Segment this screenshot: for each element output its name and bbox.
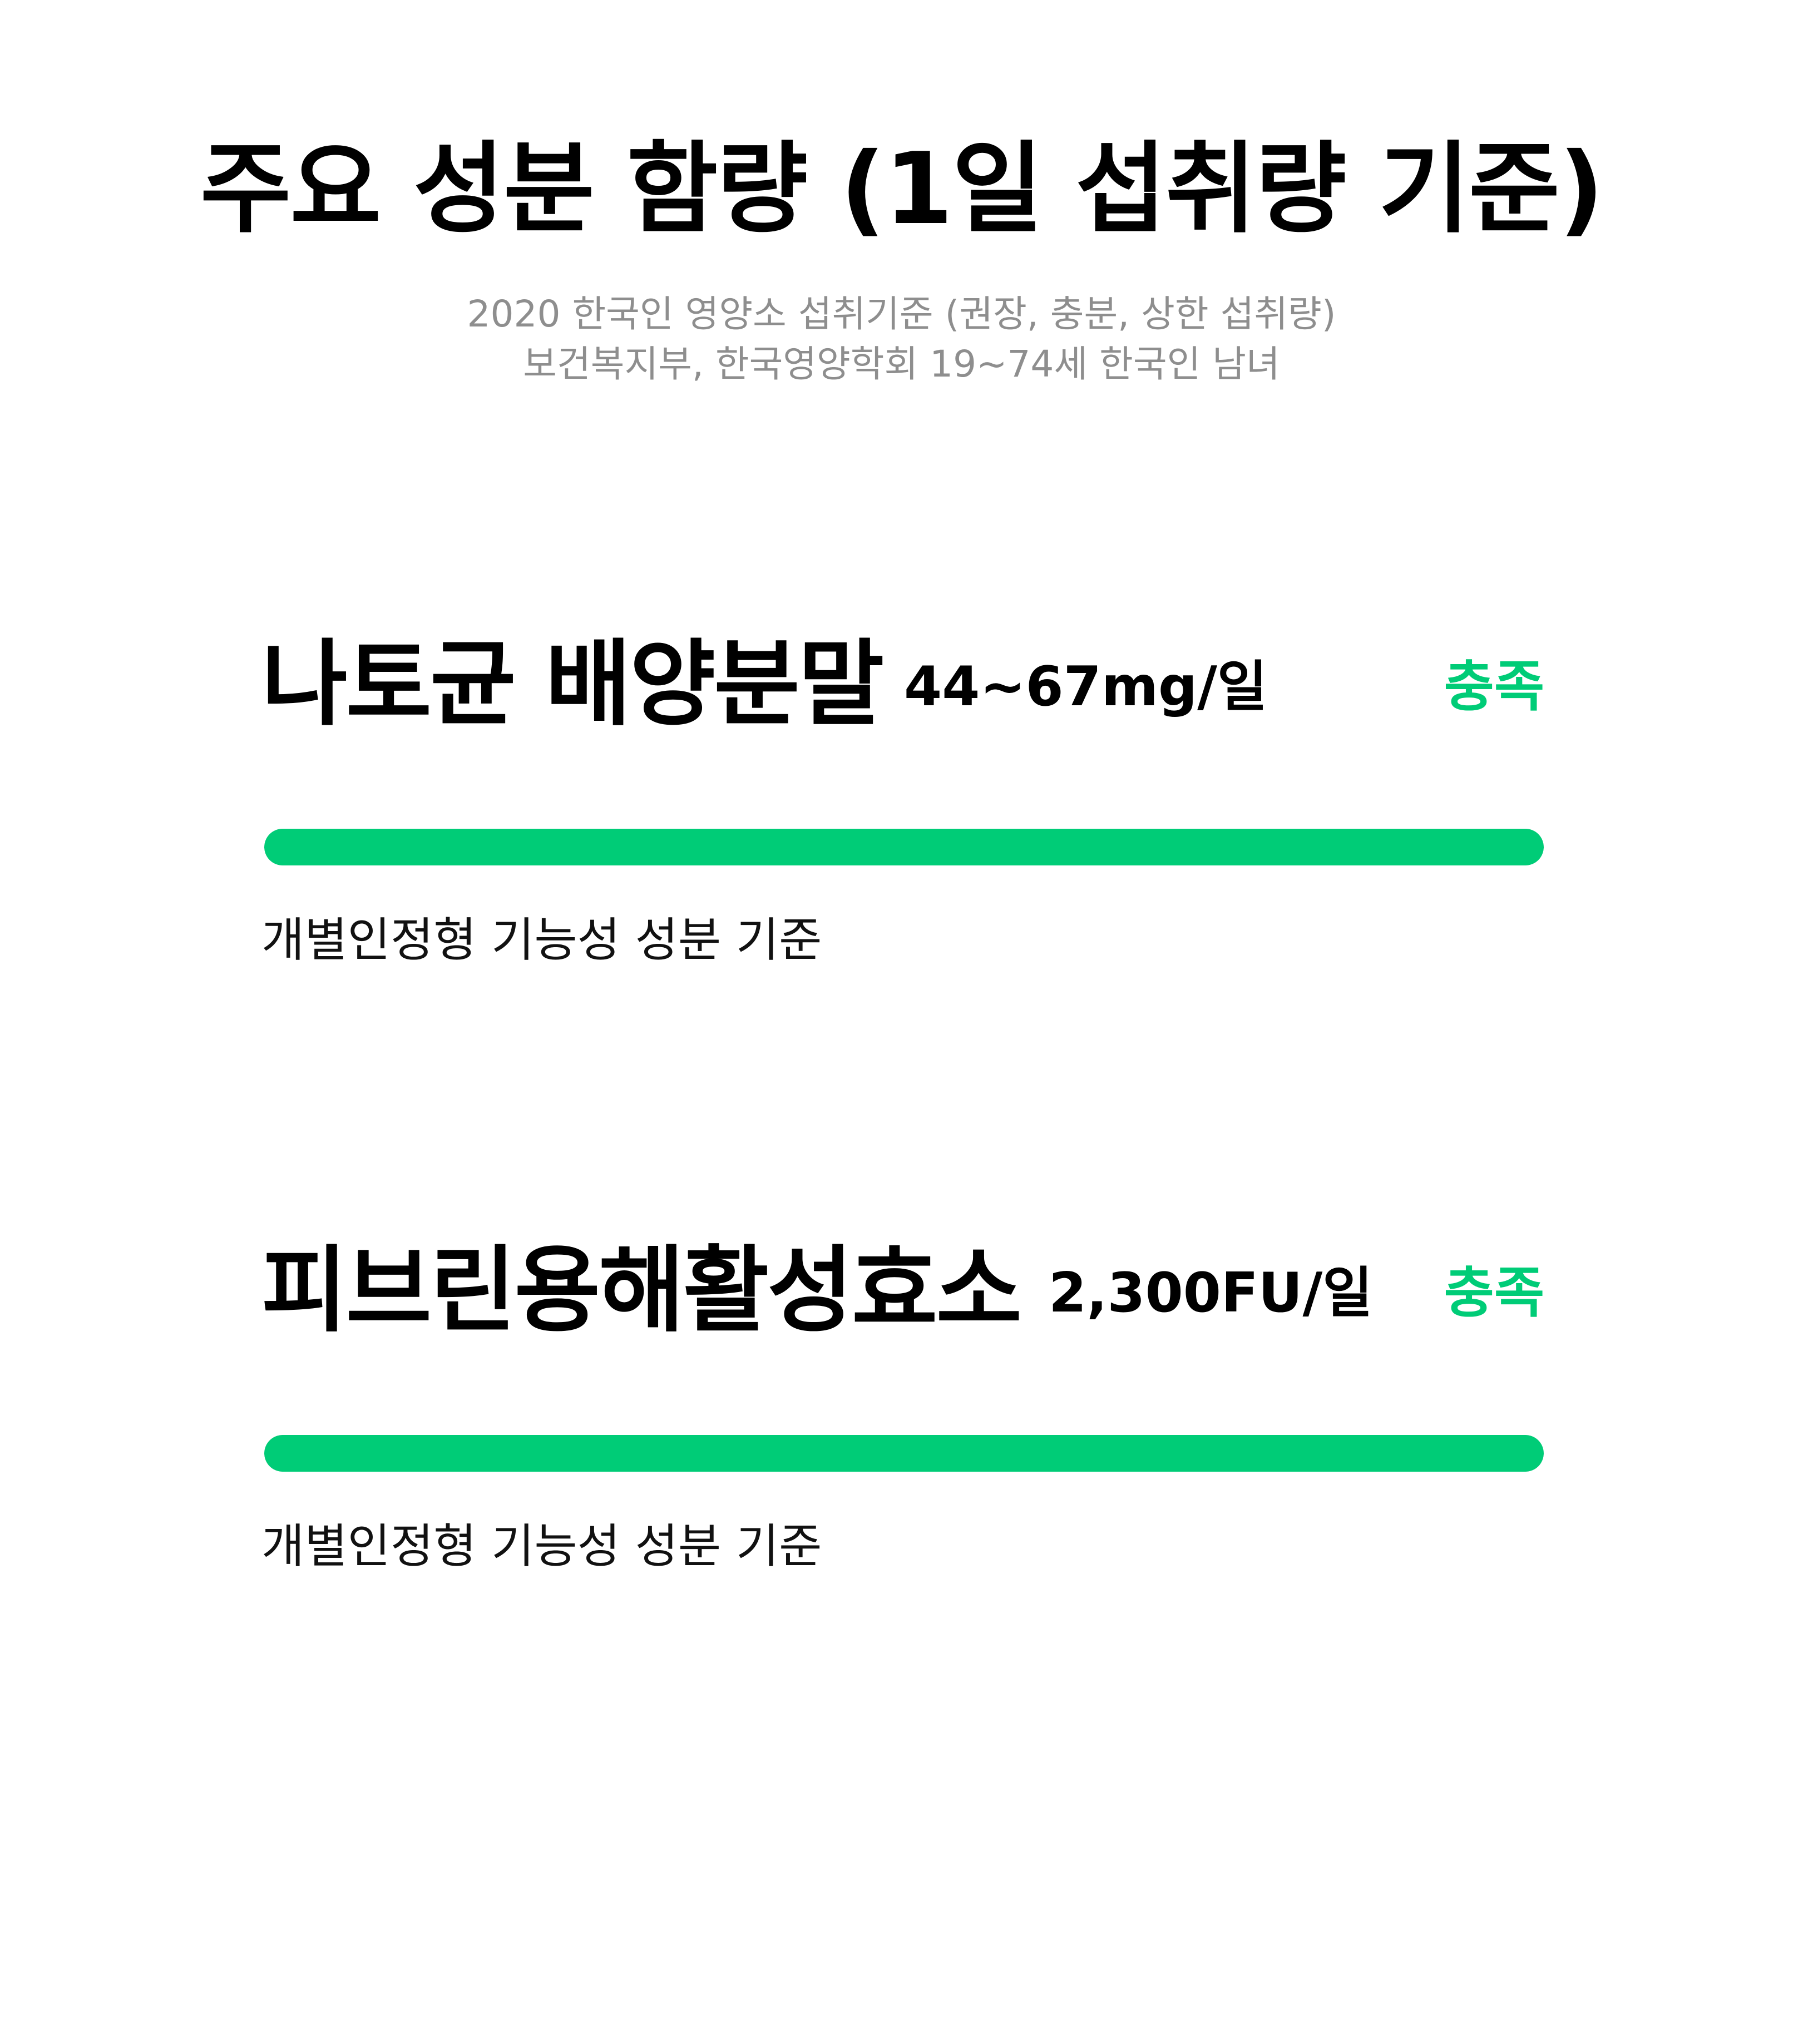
status-badge: 충족 [1444, 1257, 1544, 1329]
progress-bar-fill [264, 829, 1544, 865]
ingredient-name: 피브린용해활성효소 [261, 1235, 1020, 1346]
ingredient-item-fibrinolytic-enzyme: 피브린용해활성효소 2,300FU/일 충족 개별인정형 기능성 성분 기준 [0, 1224, 1803, 1613]
ingredient-item-nattokinase-powder: 나토균 배양분말 44~67mg/일 충족 개별인정형 기능성 성분 기준 [0, 617, 1803, 1007]
status-badge: 충족 [1444, 651, 1544, 723]
ingredient-amount: 44~67mg/일 [904, 651, 1267, 723]
subtitle-standard: 2020 한국인 영양소 섭취기준 (권장, 충분, 상한 섭취량) [0, 289, 1803, 339]
ingredient-note: 개별인정형 기능성 성분 기준 [261, 907, 822, 973]
ingredient-amount: 2,300FU/일 [1049, 1257, 1372, 1329]
ingredient-note: 개별인정형 기능성 성분 기준 [261, 1513, 822, 1580]
progress-bar [264, 829, 1544, 865]
subtitle-source: 보건복지부, 한국영양학회 19~74세 한국인 남녀 [0, 339, 1803, 389]
progress-bar-fill [264, 1435, 1544, 1472]
ingredient-name: 나토균 배양분말 [261, 628, 882, 740]
progress-bar [264, 1435, 1544, 1472]
page-title: 주요 성분 함량 (1일 섭취량 기준) [0, 128, 1803, 250]
